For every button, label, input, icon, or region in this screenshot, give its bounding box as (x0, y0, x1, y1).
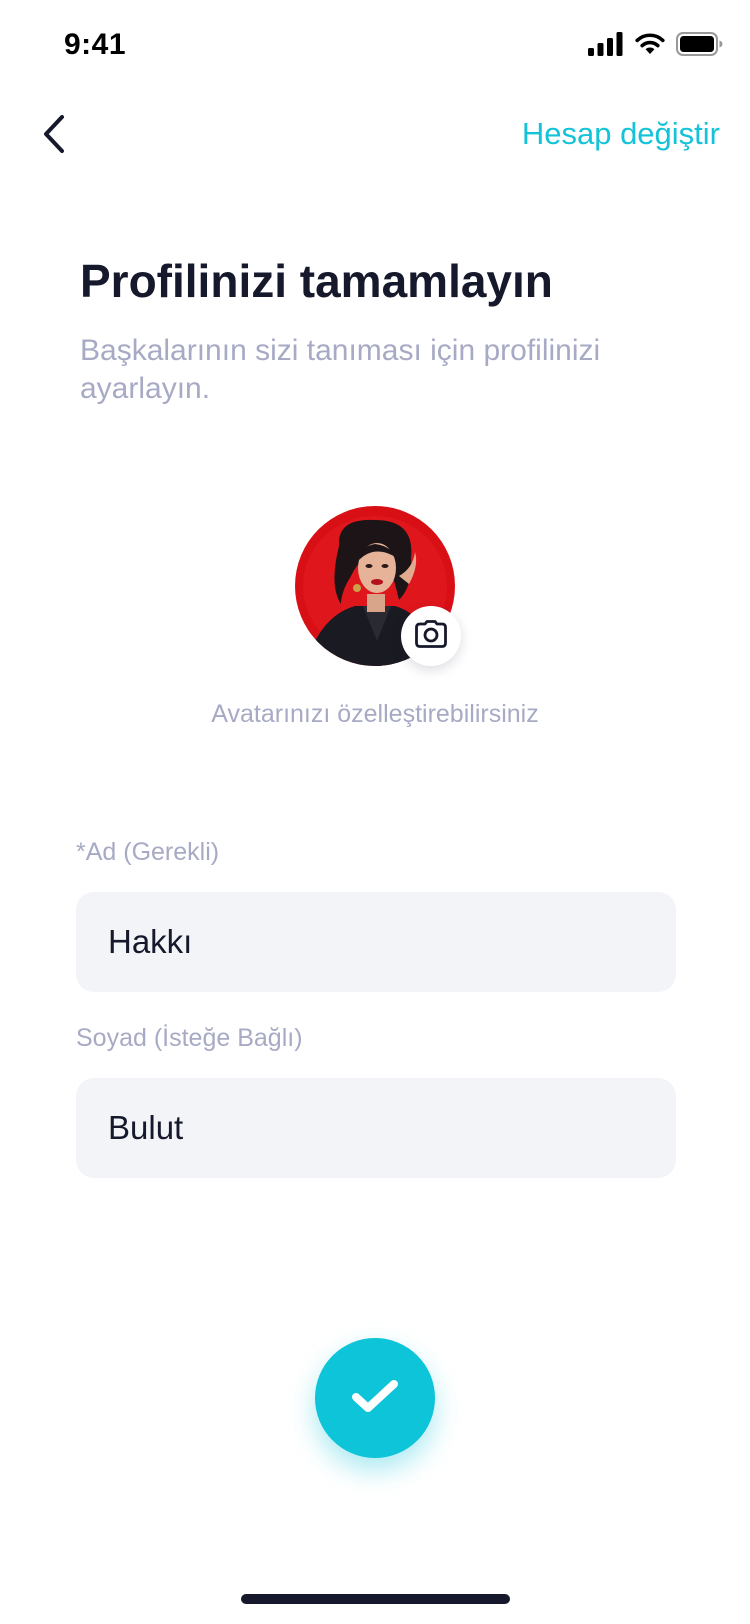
cellular-signal-icon (588, 32, 624, 56)
confirm-button[interactable] (315, 1338, 435, 1458)
page-title: Profilinizi tamamlayın (80, 255, 553, 307)
last-name-label: Soyad (İsteğe Bağlı) (76, 1024, 303, 1052)
navigation-bar: Hesap değiştir (0, 96, 750, 176)
battery-icon (676, 32, 724, 56)
last-name-field[interactable] (76, 1078, 676, 1178)
page-subtitle: Başkalarının sizi tanıması için profilin… (80, 334, 601, 405)
wifi-icon (634, 32, 666, 56)
avatar-hint: Avatarınızı özelleştirebilirsiniz (211, 700, 539, 728)
camera-icon (415, 619, 447, 653)
home-indicator (241, 1594, 510, 1604)
switch-account-link[interactable]: Hesap değiştir (522, 116, 720, 152)
status-icons (588, 32, 724, 56)
status-time: 9:41 (64, 28, 127, 61)
first-name-field[interactable] (76, 892, 676, 992)
back-button[interactable] (30, 104, 78, 168)
checkmark-icon (350, 1376, 400, 1421)
change-avatar-button[interactable] (401, 606, 461, 666)
chevron-left-icon (42, 114, 66, 159)
first-name-label: *Ad (Gerekli) (76, 838, 220, 866)
status-bar: 9:41 (0, 0, 750, 88)
avatar-container (295, 506, 461, 666)
